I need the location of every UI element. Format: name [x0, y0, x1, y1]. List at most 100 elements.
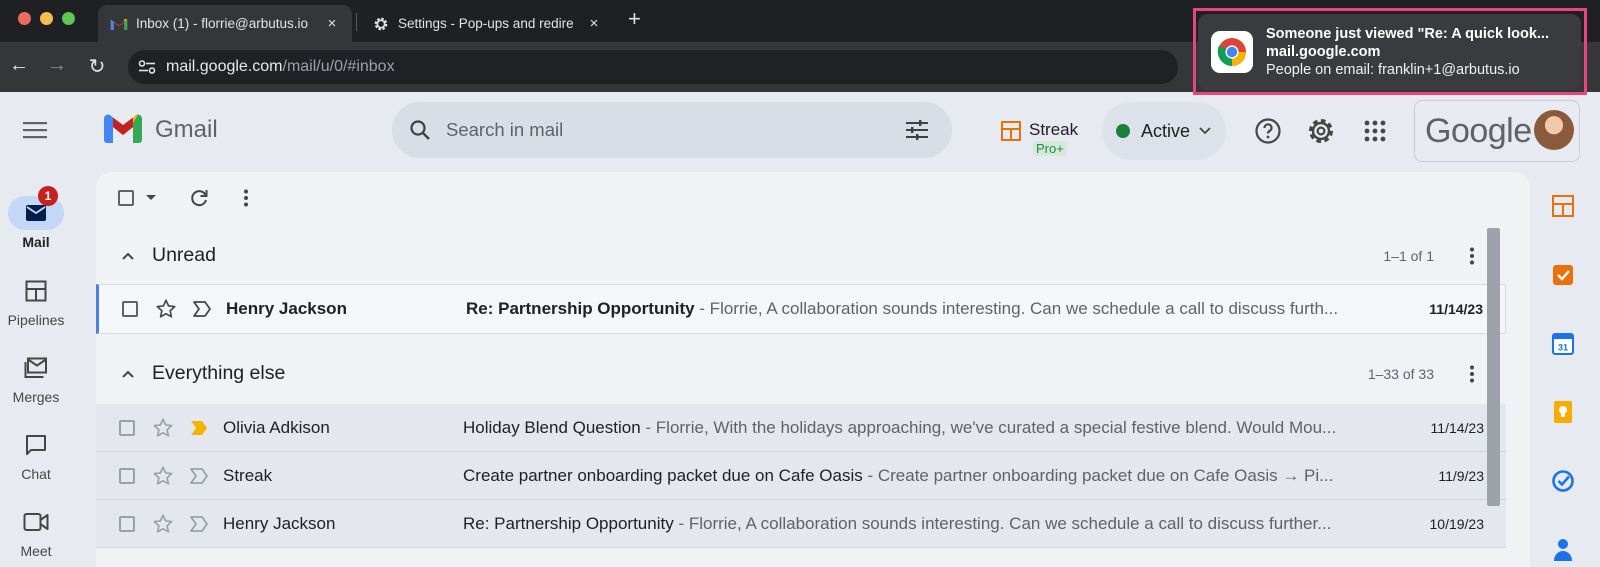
email-subject: Holiday Blend Question	[463, 418, 641, 437]
gmail-wordmark: Gmail	[155, 116, 218, 143]
back-button[interactable]: ←	[6, 54, 32, 77]
rail-item-chat[interactable]: Chat	[0, 428, 72, 482]
settings-gear-icon[interactable]	[1307, 117, 1335, 145]
streak-plan-badge: Pro+	[1033, 141, 1067, 156]
rail-item-meet[interactable]: Meet	[0, 505, 72, 559]
chat-icon	[26, 435, 46, 455]
collapse-section-icon[interactable]	[120, 248, 136, 264]
important-marker-icon[interactable]	[192, 300, 212, 318]
row-checkbox[interactable]	[119, 516, 135, 532]
email-sender: Streak	[223, 466, 273, 485]
star-icon[interactable]	[152, 417, 174, 439]
window-zoom-button[interactable]	[62, 12, 75, 25]
inbox-scrollbar[interactable]	[1487, 228, 1500, 506]
rail-item-pipelines[interactable]: Pipelines	[0, 274, 72, 328]
avatar[interactable]	[1534, 110, 1574, 150]
site-info-icon[interactable]	[138, 60, 156, 74]
search-input[interactable]: Search in mail	[446, 119, 904, 141]
star-icon[interactable]	[152, 465, 174, 487]
close-tab-icon[interactable]: ×	[324, 15, 340, 32]
important-marker-icon[interactable]	[189, 515, 209, 533]
tasks-icon[interactable]	[1551, 263, 1575, 287]
email-subject: Re: Partnership Opportunity	[463, 514, 674, 533]
section-more-icon[interactable]	[1462, 364, 1482, 384]
email-row[interactable]: Henry Jackson Re: Partnership Opportunit…	[96, 500, 1506, 548]
email-sender: Henry Jackson	[223, 514, 336, 533]
row-checkbox[interactable]	[119, 468, 135, 484]
email-summary: Holiday Blend Question - Florrie, With t…	[463, 418, 1363, 438]
rail-icon-wrap	[8, 428, 64, 462]
chrome-notification[interactable]: Someone just viewed "Re: A quick look...…	[1198, 14, 1581, 90]
search-options-icon[interactable]	[904, 118, 930, 142]
email-row[interactable]: Streak Create partner onboarding packet …	[96, 452, 1506, 500]
account-switcher[interactable]: Google	[1414, 100, 1580, 162]
status-label: Active	[1141, 120, 1191, 141]
rail-item-mail[interactable]: 1 Mail	[0, 186, 72, 250]
email-snippet: - Create partner onboarding packet due o…	[862, 466, 1334, 485]
unread-count-badge: 1	[38, 186, 58, 206]
keep-icon[interactable]	[1551, 400, 1575, 424]
refresh-icon[interactable]	[188, 187, 210, 209]
star-icon[interactable]	[152, 513, 174, 535]
select-all-checkbox[interactable]	[118, 190, 134, 206]
tab-divider	[356, 13, 357, 31]
important-marker-icon[interactable]	[189, 419, 209, 437]
tab-inbox[interactable]: Inbox (1) - florrie@arbutus.io ×	[98, 5, 352, 42]
section-count: 1–33 of 33	[1367, 366, 1434, 382]
section-more-icon[interactable]	[1462, 246, 1482, 266]
more-options-icon[interactable]	[236, 188, 256, 208]
close-tab-icon[interactable]: ×	[586, 15, 602, 32]
row-checkbox[interactable]	[122, 301, 138, 317]
tab-settings[interactable]: Settings - Pop-ups and redire ×	[360, 5, 614, 42]
section-unread: Unread 1–1 of 1	[96, 230, 1506, 284]
select-menu-chevron-icon[interactable]	[145, 194, 157, 202]
google-wordmark: Google	[1425, 112, 1532, 150]
mail-icon	[26, 205, 46, 221]
email-summary: Re: Partnership Opportunity - Florrie, A…	[463, 514, 1363, 534]
rail-label: Meet	[20, 543, 52, 559]
svg-text:31: 31	[1558, 343, 1568, 353]
help-icon[interactable]	[1254, 117, 1282, 145]
section-title: Unread	[152, 244, 216, 266]
gmail-logo-icon[interactable]	[104, 114, 142, 144]
apps-grid-icon[interactable]	[1361, 117, 1389, 145]
calendar-icon[interactable]: 31	[1551, 332, 1575, 356]
email-row[interactable]: Olivia Adkison Holiday Blend Question - …	[96, 404, 1506, 452]
rail-label: Chat	[21, 466, 51, 482]
address-bar[interactable]: mail.google.com/mail/u/0/#inbox	[128, 50, 1178, 84]
section-everything-else: Everything else 1–33 of 33	[96, 348, 1506, 402]
email-subject: Create partner onboarding packet due on …	[463, 466, 863, 485]
gmail-header: Gmail Search in mail Streak Pro+ Active	[0, 92, 1600, 170]
search-icon[interactable]	[408, 118, 432, 142]
status-dot-icon	[1116, 124, 1130, 138]
window-minimize-button[interactable]	[40, 12, 53, 25]
forward-button[interactable]: →	[44, 54, 70, 77]
collapse-section-icon[interactable]	[120, 366, 136, 382]
contacts-icon[interactable]	[1551, 537, 1575, 561]
email-date: 11/14/23	[1430, 420, 1484, 436]
rail-icon-wrap	[8, 274, 64, 308]
email-summary: Re: Partnership Opportunity - Florrie, A…	[466, 299, 1366, 319]
important-marker-icon[interactable]	[189, 467, 209, 485]
tasks-check-icon[interactable]	[1551, 469, 1575, 493]
section-title: Everything else	[152, 362, 286, 384]
search-bar[interactable]: Search in mail	[392, 102, 952, 158]
star-icon[interactable]	[155, 298, 177, 320]
rail-item-merges[interactable]: Merges	[0, 351, 72, 405]
rail-icon-wrap	[8, 351, 64, 385]
main-menu-icon[interactable]	[22, 120, 48, 140]
window-close-button[interactable]	[18, 12, 31, 25]
streak-icon[interactable]	[1551, 194, 1575, 218]
checkbox[interactable]	[118, 190, 134, 206]
notification-source: mail.google.com	[1266, 44, 1381, 60]
status-dropdown[interactable]: Active	[1102, 102, 1226, 160]
email-row[interactable]: Henry Jackson Re: Partnership Opportunit…	[96, 284, 1506, 334]
email-sender: Olivia Adkison	[223, 418, 330, 437]
email-date: 10/19/23	[1429, 516, 1485, 532]
rail-label: Mail	[22, 234, 50, 250]
reload-button[interactable]: ↻	[84, 54, 110, 79]
email-snippet: - Florrie, A collaboration sounds intere…	[694, 299, 1339, 318]
merges-icon	[24, 357, 47, 378]
new-tab-button[interactable]: +	[628, 6, 641, 32]
row-checkbox[interactable]	[119, 420, 135, 436]
